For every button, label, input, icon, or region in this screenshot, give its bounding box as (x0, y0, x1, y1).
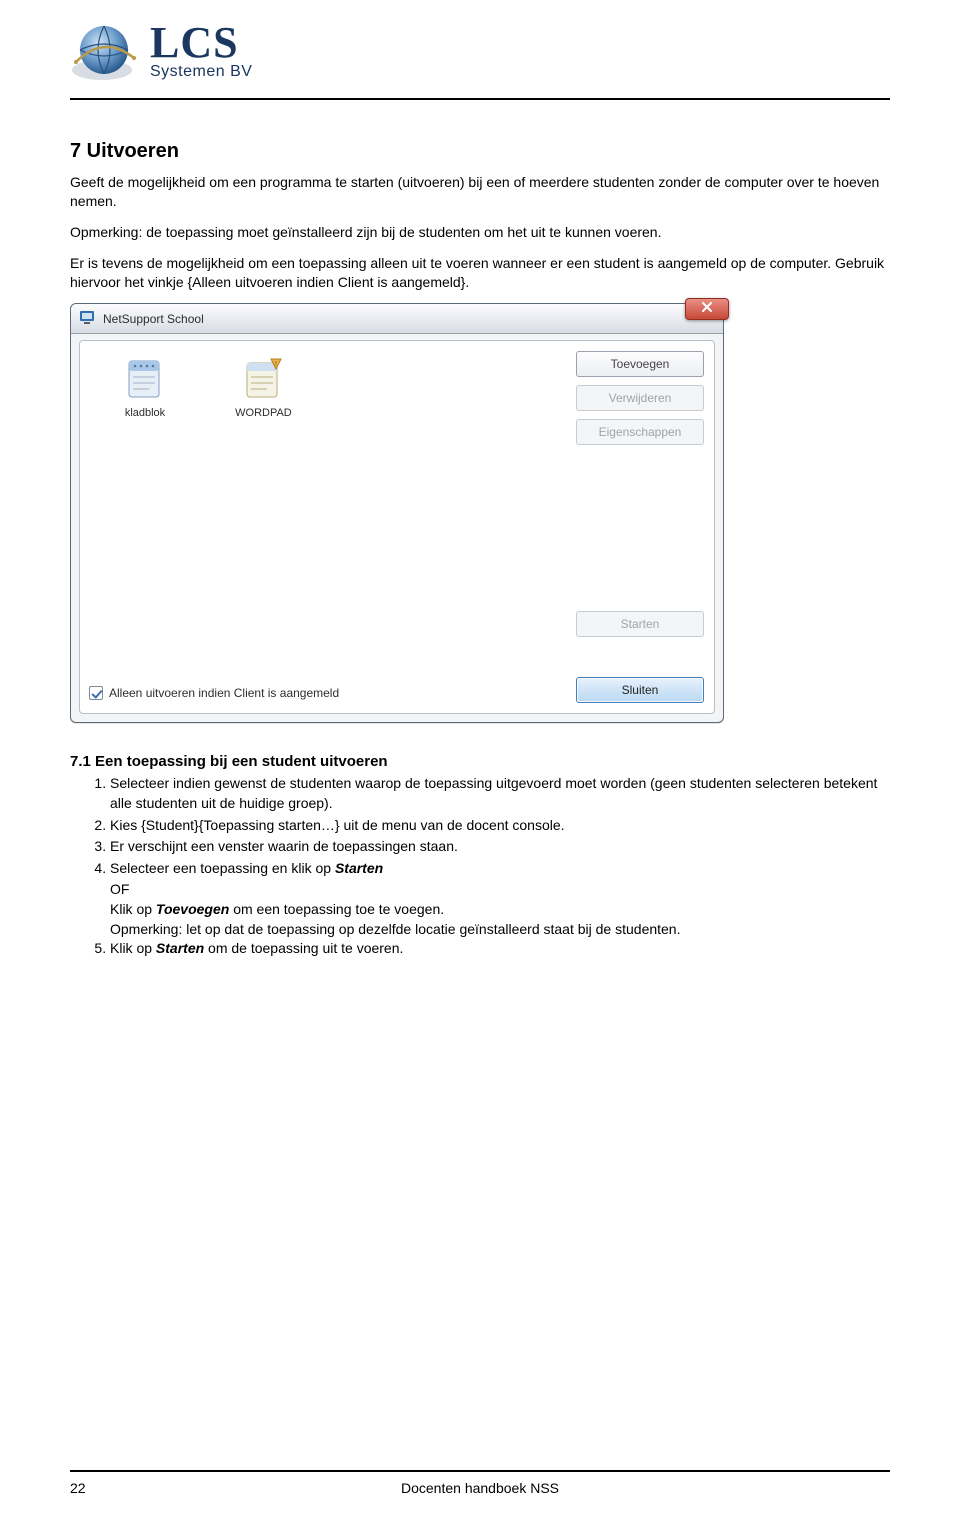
logo-sub-text: Systemen BV (150, 63, 252, 81)
section-7-para-2: Opmerking: de toepassing moet geïnstalle… (70, 223, 890, 242)
close-icon (701, 300, 713, 318)
li4-bold: Starten (335, 860, 383, 876)
window-title-text: NetSupport School (103, 312, 204, 326)
li5-pre: Klik op (110, 940, 156, 956)
checkbox-icon (89, 686, 103, 700)
netsupport-window: NetSupport School (70, 303, 724, 723)
window-button-column: Toevoegen Verwijderen Eigenschappen Star… (576, 351, 704, 703)
company-logo: LCS Systemen BV (70, 20, 890, 84)
app-item-label: kladblok (125, 407, 165, 419)
list-item: Klik op Starten om de toepassing uit te … (110, 939, 890, 959)
section-7-para-3: Er is tevens de mogelijkheid om een toep… (70, 254, 890, 292)
li4b-bold: Toevoegen (156, 901, 229, 917)
footer-title: Docenten handboek NSS (130, 1480, 830, 1496)
globe-icon (70, 20, 140, 84)
logo-text: LCS Systemen BV (150, 23, 252, 81)
verwijderen-button[interactable]: Verwijderen (576, 385, 704, 411)
section-7-heading: 7 Uitvoeren (70, 140, 890, 163)
page-footer: 22 Docenten handboek NSS (70, 1480, 890, 1496)
logo-main-text: LCS (150, 23, 252, 63)
close-button[interactable] (685, 298, 729, 320)
li4b-pre: Klik op (110, 901, 156, 917)
app-item-label: WORDPAD (235, 407, 292, 419)
section-7-1-heading: 7.1 Een toepassing bij een student uitvo… (70, 753, 890, 770)
li4-text: Selecteer een toepassing en klik op (110, 860, 335, 876)
sluiten-button[interactable]: Sluiten (576, 677, 704, 703)
li4-of: OF (110, 880, 890, 900)
checkbox-row[interactable]: Alleen uitvoeren indien Client is aangem… (89, 686, 339, 700)
section-7-1-list: Selecteer indien gewenst de studenten wa… (70, 774, 890, 878)
applications-pane: kladblok ! WORDPAD (90, 351, 576, 703)
list-item: Er verschijnt een venster waarin de toep… (110, 837, 890, 857)
document-page: LCS Systemen BV 7 Uitvoeren Geeft de mog… (0, 0, 960, 1526)
app-item-kladblok[interactable]: kladblok (100, 357, 190, 419)
checkbox-label: Alleen uitvoeren indien Client is aangem… (109, 686, 339, 700)
list-item: Kies {Student}{Toepassing starten…} uit … (110, 816, 890, 836)
svg-text:!: ! (275, 361, 277, 368)
header-rule (70, 98, 890, 100)
li4-note: Opmerking: let op dat de toepassing op d… (110, 920, 890, 940)
section-7-1-list-cont: Klik op Starten om de toepassing uit te … (70, 939, 890, 959)
kladblok-icon (123, 357, 167, 401)
footer-rule (70, 1470, 890, 1472)
list-item: Selecteer een toepassing en klik op Star… (110, 859, 890, 879)
window-body: kladblok ! WORDPAD (79, 340, 715, 714)
li5-post: om de toepassing uit te voeren. (204, 940, 403, 956)
section-7-para-1: Geeft de mogelijkheid om een programma t… (70, 173, 890, 211)
page-number: 22 (70, 1480, 130, 1496)
eigenschappen-button[interactable]: Eigenschappen (576, 419, 704, 445)
li5-bold: Starten (156, 940, 204, 956)
app-item-wordpad[interactable]: ! WORDPAD (218, 357, 308, 419)
wordpad-icon: ! (241, 357, 285, 401)
list-item: Selecteer indien gewenst de studenten wa… (110, 774, 890, 813)
li4b-post: om een toepassing toe te voegen. (229, 901, 444, 917)
li4-line-b: Klik op Toevoegen om een toepassing toe … (110, 900, 890, 920)
app-icon (79, 309, 95, 328)
window-titlebar: NetSupport School (71, 304, 723, 334)
starten-button[interactable]: Starten (576, 611, 704, 637)
toevoegen-button[interactable]: Toevoegen (576, 351, 704, 377)
